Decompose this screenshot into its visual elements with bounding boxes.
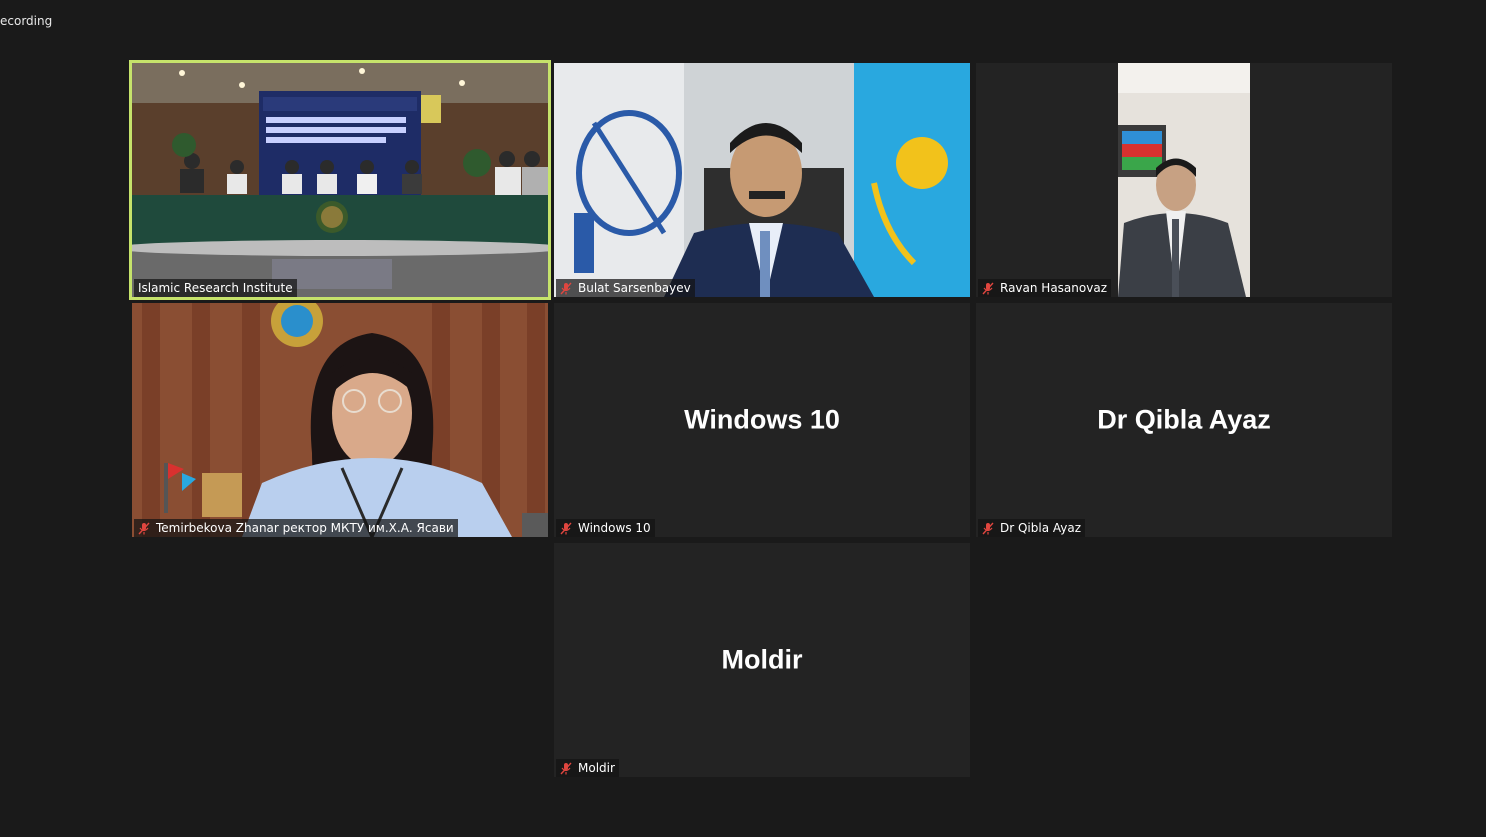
- video-tile-moldir[interactable]: Moldir Moldir: [554, 543, 970, 777]
- office-video: [976, 63, 1392, 297]
- microphone-muted-icon: [982, 522, 994, 534]
- video-tile-dr-qibla-ayaz[interactable]: Dr Qibla Ayaz Dr Qibla Ayaz: [976, 303, 1392, 537]
- microphone-muted-icon: [560, 282, 572, 294]
- office-video: [554, 63, 970, 297]
- participant-display-name: Windows 10: [684, 404, 840, 435]
- microphone-muted-icon: [560, 522, 572, 534]
- video-tile-windows-10[interactable]: Windows 10 Windows 10: [554, 303, 970, 537]
- participant-name-label: Temirbekova Zhanar ректор МКТУ им.Х.А. Я…: [134, 519, 458, 537]
- participant-name-label: Ravan Hasanovaz: [978, 279, 1111, 297]
- participant-name-label: Moldir: [556, 759, 619, 777]
- video-tile-temirbekova-zhanar[interactable]: Temirbekova Zhanar ректор МКТУ им.Х.А. Я…: [132, 303, 548, 537]
- recording-indicator: ecording: [0, 14, 53, 28]
- participant-name-label: Dr Qibla Ayaz: [978, 519, 1086, 537]
- microphone-muted-icon: [138, 522, 150, 534]
- video-tile-ravan-hasanovaz[interactable]: Ravan Hasanovaz: [976, 63, 1392, 297]
- participant-name-label: Windows 10: [556, 519, 655, 537]
- participant-name-label: Islamic Research Institute: [134, 279, 297, 297]
- participant-display-name: Dr Qibla Ayaz: [1097, 404, 1271, 435]
- microphone-muted-icon: [560, 762, 572, 774]
- video-tile-bulat-sarsenbayev[interactable]: Bulat Sarsenbayev: [554, 63, 970, 297]
- participant-display-name: Moldir: [721, 644, 803, 675]
- microphone-muted-icon: [982, 282, 994, 294]
- office-video: [132, 303, 548, 537]
- meeting-stage: ecording Islamic Research Institute Bula…: [0, 0, 1486, 837]
- conference-room-video: [132, 63, 548, 297]
- video-tile-islamic-research-institute[interactable]: Islamic Research Institute: [129, 60, 551, 300]
- participant-name-label: Bulat Sarsenbayev: [556, 279, 695, 297]
